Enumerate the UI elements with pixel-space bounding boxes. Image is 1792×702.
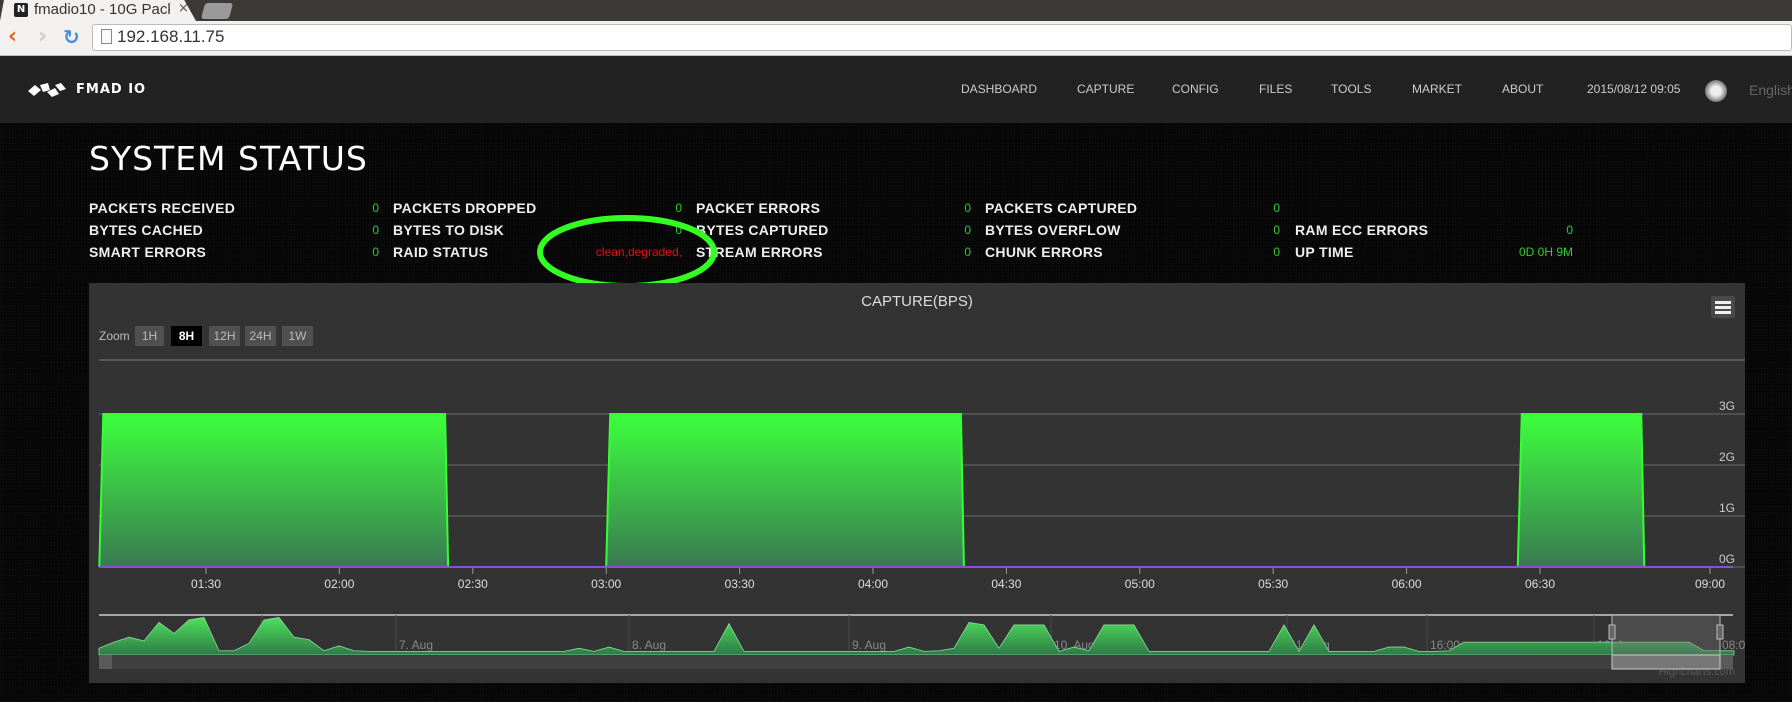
x-tick-label: 04:00 — [858, 577, 888, 591]
navigator-date-label: 8. Aug — [632, 638, 666, 652]
y-tick-label: 3G — [1719, 399, 1735, 413]
x-tick-label: 06:30 — [1525, 577, 1555, 591]
x-tick-label: 06:00 — [1392, 577, 1422, 591]
navigator-handle — [1608, 624, 1616, 640]
y-tick-label: 0G — [1719, 552, 1735, 566]
navigator-handle — [1716, 624, 1724, 640]
navigator-scrollbar-track — [99, 655, 1733, 669]
x-tick-label: 02:00 — [324, 577, 354, 591]
navigator-selection — [1612, 615, 1720, 655]
scroll-left-button — [99, 655, 112, 669]
capture-area-block — [1517, 414, 1645, 567]
x-tick-label: 02:30 — [458, 577, 488, 591]
scroll-right-button — [1720, 655, 1733, 669]
x-tick-label: 09:00 — [1695, 577, 1725, 591]
navigator-date-label: 08:0 — [1722, 638, 1746, 652]
capture-area-block — [606, 414, 964, 567]
x-tick-label: 03:00 — [591, 577, 621, 591]
navigator-date-label: 7. Aug — [399, 638, 433, 652]
capture-area-block — [99, 414, 449, 567]
x-tick-label: 01:30 — [191, 577, 221, 591]
x-tick-label: 04:30 — [991, 577, 1021, 591]
x-tick-label: 03:30 — [725, 577, 755, 591]
y-tick-label: 1G — [1719, 501, 1735, 515]
capture-chart: 0G 1G 2G 3G 01:30 02:00 02:30 03:00 03:30 04:00 04… — [98, 359, 1746, 670]
x-tick-label: 05:30 — [1258, 577, 1288, 591]
x-tick-label: 05:00 — [1125, 577, 1155, 591]
navigator-series — [98, 617, 1735, 656]
y-tick-label: 2G — [1719, 450, 1735, 464]
navigator-date-label: 9. Aug — [852, 638, 886, 652]
navigator-scrollbar-thumb — [1611, 654, 1721, 670]
